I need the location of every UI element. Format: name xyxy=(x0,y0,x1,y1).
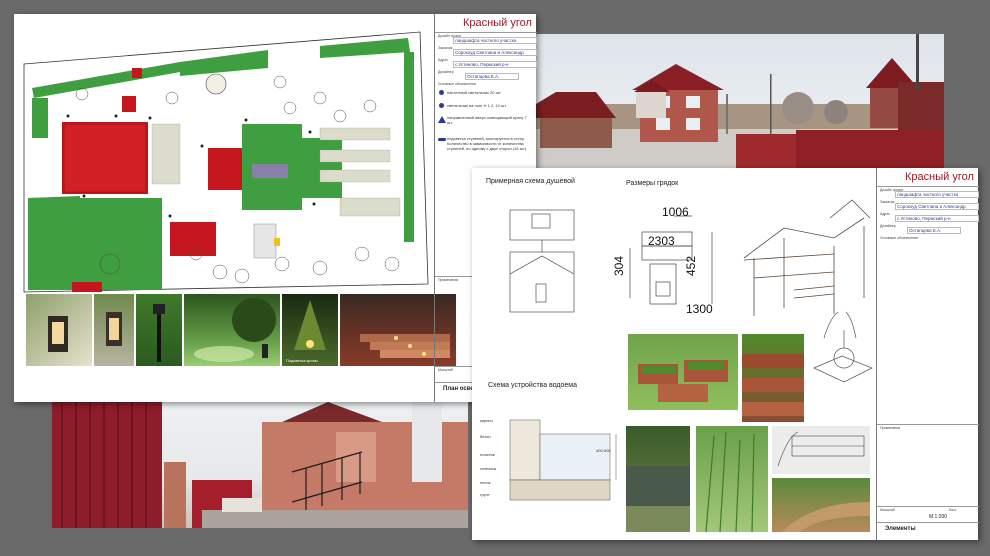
pond-layer-5: грунт xyxy=(480,492,490,497)
legend-item-1: светильник на ноге H 1.2, 12 шт. xyxy=(447,103,507,108)
dim-1006: 1006 xyxy=(662,205,689,219)
garden-light-icon xyxy=(194,298,276,362)
shower-title: Примерная схема душевой xyxy=(486,178,575,185)
lighting-plan-sheet: Подсветка кроны Красный угол Дизайн прое… xyxy=(14,14,537,402)
plan-field-value-3: Остапцева Е.А. xyxy=(465,73,519,80)
pond-depth: 400-500 xyxy=(596,448,611,453)
wall-lamp-icon-1 xyxy=(48,316,68,352)
plan-notes-label: Примечания xyxy=(438,278,459,282)
post-lamp-symbol-icon xyxy=(439,103,444,108)
elements-field-value-3: Остапцева Е.А. xyxy=(907,227,961,234)
raised-beds-photo-2 xyxy=(742,334,804,422)
wall-lamp-icon-2 xyxy=(106,312,122,346)
path-drawing xyxy=(782,502,870,532)
plan-field-label-3: Дизайнер xyxy=(438,70,454,74)
plan-field-value-1: Сорокоуд Светлана и Александр xyxy=(453,49,537,56)
elements-scale-value: М 1:200 xyxy=(929,514,948,520)
site-plan-drawing xyxy=(23,31,429,293)
pond-section-drawing xyxy=(509,419,617,501)
wall-lamp-symbol-icon xyxy=(439,90,444,95)
elements-field-label-2: Адрес xyxy=(880,212,891,216)
house-photo xyxy=(536,34,944,168)
legend-item-0: настенный светильник 20 шт. xyxy=(447,90,502,95)
pergola-sketch xyxy=(743,199,871,316)
photo-caption: Подсветка кроны xyxy=(286,358,318,363)
post-lamp-icon xyxy=(153,304,165,362)
pond-layer-2: пластик xyxy=(480,452,495,457)
elements-notes-label: Примечания xyxy=(880,426,901,430)
plan-field-label-2: Адрес xyxy=(438,58,449,62)
elements-title: Красный угол xyxy=(905,171,974,183)
dim-2303: 2303 xyxy=(648,234,675,248)
plan-title: Красный угол xyxy=(463,17,532,29)
uplight-symbol-icon xyxy=(438,116,446,123)
plan-scale-label: Масштаб xyxy=(438,368,453,372)
elements-scale-label: Масштаб xyxy=(880,508,895,512)
pond-drawing-1 xyxy=(626,466,690,532)
fountain-sketch xyxy=(813,311,873,383)
reed-drawing xyxy=(705,431,755,532)
dim-452: 452 xyxy=(684,255,698,276)
brick-bed-drawing xyxy=(777,431,865,467)
plan-field-value-2: с.Устиново, Пермский р-н xyxy=(453,61,537,68)
elements-field-value-2: с.Устиново, Пермский р-н xyxy=(895,215,979,222)
elements-title-block: Красный угол Дизайн проект ландшафта час… xyxy=(876,168,979,540)
tree-crown-light-photo: Подсветка кроны xyxy=(282,294,338,366)
legend-item-2: направленный вверх,освещающий крону 7 шт… xyxy=(447,115,527,125)
reed-photo xyxy=(696,426,768,532)
elements-field-value-0: ландшафта частного участка xyxy=(895,191,979,198)
brick-bed-sketch xyxy=(772,426,870,474)
fence-photo xyxy=(52,402,468,528)
pond-photo-1 xyxy=(626,426,690,532)
dim-1300: 1300 xyxy=(686,302,713,316)
legend-item-3: подсветка ступеней, монтируется в стену.… xyxy=(447,136,527,151)
wall-lamp-photo-1 xyxy=(26,294,92,366)
beds-dimension-drawing xyxy=(629,215,713,305)
pond-layer-3: галечник xyxy=(480,466,497,471)
elements-field-label-3: Дизайнер xyxy=(880,224,896,228)
plan-field-label-1: Заказчик xyxy=(438,46,453,50)
elements-sheet: Примерная схема душевой Размеры грядок 1… xyxy=(472,168,979,540)
pond-layer-4: песок xyxy=(480,480,491,485)
path-photo xyxy=(772,478,870,532)
pond-title: Схема устройства водоема xyxy=(488,382,577,389)
raised-beds-photo-1 xyxy=(628,334,738,410)
raised-beds-drawing-1 xyxy=(638,360,728,402)
garden-light-photo xyxy=(184,294,280,366)
fence-photo-drawing xyxy=(52,402,468,528)
shower-scheme-drawing xyxy=(509,209,575,313)
elements-sheet-name: Элементы xyxy=(885,526,916,532)
house-photo-drawing xyxy=(536,34,944,168)
pond-layer-1: бетон xyxy=(480,434,491,439)
wall-lamp-photo-2 xyxy=(94,294,134,366)
elements-sheet-label: Лист xyxy=(949,508,957,512)
plan-field-value-0: ландшафта частного участка xyxy=(453,37,537,44)
elements-field-label-1: Заказчик xyxy=(880,200,895,204)
raised-beds-drawing-2 xyxy=(742,354,804,416)
elements-legend-title: Условные обозначения xyxy=(880,236,918,240)
post-lamp-photo xyxy=(136,294,182,366)
plan-legend-title: Условные обозначения xyxy=(438,82,476,86)
step-light-symbol-icon xyxy=(438,138,446,141)
tree-crown-icon xyxy=(294,300,326,350)
pond-layer-0: кирпич xyxy=(480,418,493,423)
beds-title: Размеры грядок xyxy=(626,180,679,187)
dim-304: 304 xyxy=(612,255,626,276)
elements-field-value-1: Сорокоуд Светлана и Александр xyxy=(895,203,979,210)
